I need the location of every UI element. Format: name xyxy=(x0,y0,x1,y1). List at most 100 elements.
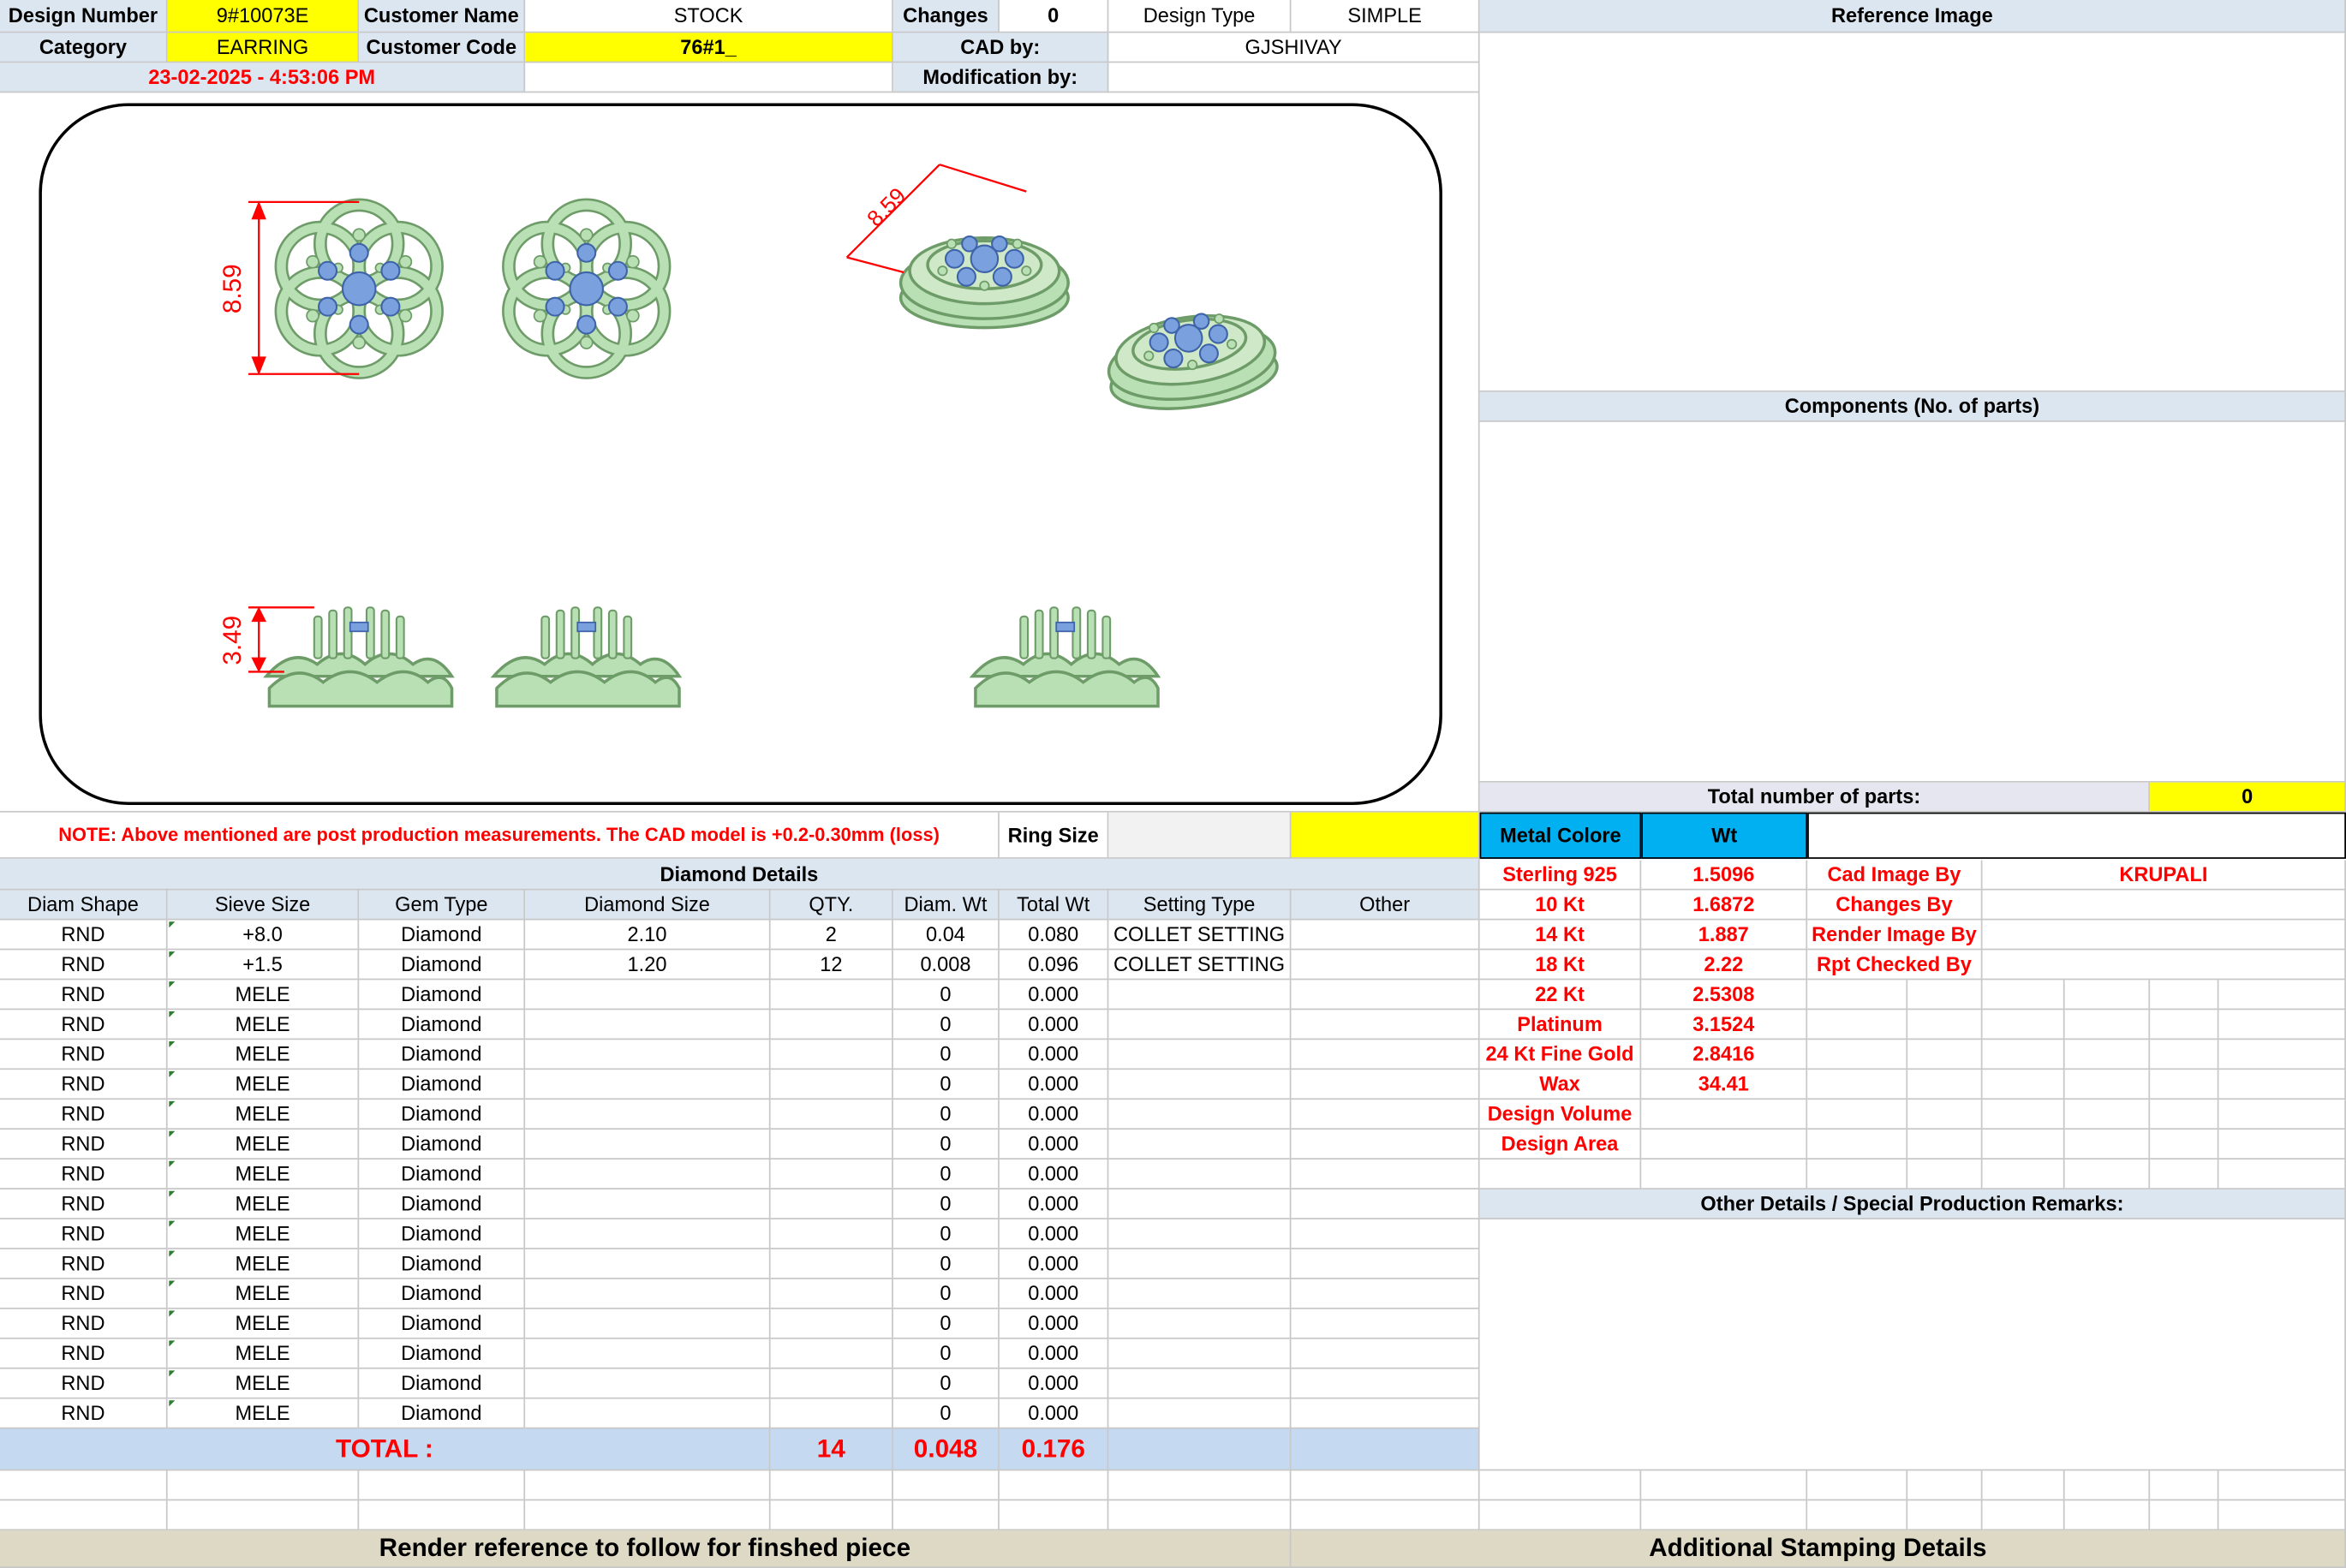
metal-weight[interactable]: 3.1524 xyxy=(1641,1010,1808,1040)
diamond-table-cell[interactable]: Diamond xyxy=(359,1338,526,1369)
diamond-table-cell[interactable] xyxy=(525,1279,771,1309)
diamond-table-cell[interactable]: 0 xyxy=(892,980,1000,1011)
diamond-table-cell[interactable]: MELE xyxy=(167,1160,360,1189)
diamond-table-cell[interactable]: MELE xyxy=(167,1309,360,1339)
blank-cell[interactable] xyxy=(2064,1470,2151,1501)
diamond-table-cell[interactable] xyxy=(770,1100,893,1130)
diamond-table-cell[interactable]: 0 xyxy=(892,1338,1000,1369)
blank-cell[interactable] xyxy=(999,1500,1109,1531)
design-type-value[interactable]: SIMPLE xyxy=(1291,0,1480,33)
diamond-table-cell[interactable]: Diamond xyxy=(359,920,526,951)
diamond-table-cell[interactable] xyxy=(525,1070,771,1100)
diamond-table-cell[interactable]: 0 xyxy=(892,1279,1000,1309)
diamond-table-cell[interactable] xyxy=(525,1130,771,1160)
changes-value[interactable]: 0 xyxy=(999,0,1109,33)
diamond-table-cell[interactable]: Diamond xyxy=(359,1368,526,1399)
blank-cell[interactable] xyxy=(770,1500,893,1531)
diamond-table-cell[interactable] xyxy=(770,1189,893,1219)
diamond-table-cell[interactable] xyxy=(770,1279,893,1309)
grid-cell[interactable] xyxy=(1982,1070,2065,1100)
diamond-table-cell[interactable] xyxy=(1108,1130,1292,1160)
grid-cell[interactable] xyxy=(1807,980,1908,1011)
diamond-table-cell[interactable]: 0.000 xyxy=(999,1040,1109,1070)
diamond-table-cell[interactable] xyxy=(770,1309,893,1339)
diamond-table-cell[interactable] xyxy=(1108,1070,1292,1100)
diamond-table-cell[interactable]: 0.000 xyxy=(999,1100,1109,1130)
blank-cell[interactable] xyxy=(1982,1470,2065,1501)
diamond-table-cell[interactable] xyxy=(1291,1189,1480,1219)
diamond-table-cell[interactable]: RND xyxy=(0,1279,168,1309)
diamond-table-cell[interactable] xyxy=(525,1249,771,1279)
grid-cell[interactable] xyxy=(1807,1160,1908,1189)
diamond-table-cell[interactable] xyxy=(1291,1279,1480,1309)
diamond-table-cell[interactable]: 0 xyxy=(892,1010,1000,1040)
grid-cell[interactable] xyxy=(2218,980,2346,1011)
diamond-table-cell[interactable] xyxy=(525,980,771,1011)
diamond-table-cell[interactable] xyxy=(770,1010,893,1040)
diamond-table-cell[interactable] xyxy=(1108,980,1292,1011)
diamond-table-cell[interactable]: 0.000 xyxy=(999,1189,1109,1219)
diamond-table-cell[interactable]: 0.000 xyxy=(999,980,1109,1011)
diamond-table-cell[interactable]: 0 xyxy=(892,1249,1000,1279)
diamond-table-cell[interactable]: RND xyxy=(0,1398,168,1429)
person-name[interactable] xyxy=(1982,920,2346,951)
metal-weight[interactable]: 1.6872 xyxy=(1641,890,1808,921)
grid-cell[interactable] xyxy=(1907,980,1983,1011)
diamond-table-cell[interactable] xyxy=(1291,1040,1480,1070)
diamond-table-cell[interactable] xyxy=(770,1398,893,1429)
metal-weight[interactable]: 1.5096 xyxy=(1641,860,1808,891)
blank-cell[interactable] xyxy=(2064,1500,2151,1531)
grid-cell[interactable] xyxy=(1807,1070,1908,1100)
diamond-table-cell[interactable]: RND xyxy=(0,1189,168,1219)
diamond-table-cell[interactable] xyxy=(525,1398,771,1429)
grid-cell[interactable] xyxy=(2218,1070,2346,1100)
other-details-area[interactable] xyxy=(1479,1219,2346,1471)
blank-cell[interactable] xyxy=(2150,1470,2219,1501)
blank-cell[interactable] xyxy=(1641,1470,1808,1501)
diamond-table-cell[interactable] xyxy=(1291,1368,1480,1399)
diamond-table-cell[interactable]: RND xyxy=(0,1010,168,1040)
diamond-table-cell[interactable] xyxy=(770,1338,893,1369)
diamond-table-cell[interactable]: RND xyxy=(0,1219,168,1249)
diamond-table-cell[interactable] xyxy=(1108,1160,1292,1189)
grid-cell[interactable] xyxy=(2064,1160,2151,1189)
diamond-table-cell[interactable] xyxy=(1291,1010,1480,1040)
diamond-table-cell[interactable]: RND xyxy=(0,950,168,981)
diamond-table-cell[interactable]: COLLET SETTING xyxy=(1108,920,1292,951)
diamond-table-cell[interactable] xyxy=(770,1070,893,1100)
diamond-table-cell[interactable]: RND xyxy=(0,1160,168,1189)
diamond-table-cell[interactable]: Diamond xyxy=(359,1309,526,1339)
diamond-table-cell[interactable] xyxy=(1108,1338,1292,1369)
blank-cell[interactable] xyxy=(770,1470,893,1501)
blank-cell[interactable] xyxy=(1982,1500,2065,1531)
category-value[interactable]: EARRING xyxy=(167,33,360,63)
grid-cell[interactable] xyxy=(2064,1040,2151,1070)
blank-cell[interactable] xyxy=(359,1470,526,1501)
blank-cell[interactable] xyxy=(1479,1500,1642,1531)
grid-cell[interactable] xyxy=(2150,1160,2219,1189)
diamond-table-cell[interactable] xyxy=(1108,1309,1292,1339)
blank-cell[interactable] xyxy=(1807,1470,1908,1501)
blank-cell[interactable] xyxy=(2218,1470,2346,1501)
diamond-table-cell[interactable]: RND xyxy=(0,1338,168,1369)
ring-size-highlight[interactable] xyxy=(1291,812,1480,859)
diamond-table-cell[interactable]: Diamond xyxy=(359,1249,526,1279)
diamond-table-cell[interactable]: 0.000 xyxy=(999,1309,1109,1339)
grid-cell[interactable] xyxy=(1907,1160,1983,1189)
grid-cell[interactable] xyxy=(1907,1100,1983,1130)
diamond-table-cell[interactable]: RND xyxy=(0,980,168,1011)
diamond-table-cell[interactable]: Diamond xyxy=(359,1279,526,1309)
diamond-table-cell[interactable]: RND xyxy=(0,1070,168,1100)
grid-cell[interactable] xyxy=(2150,1010,2219,1040)
blank-cell[interactable] xyxy=(892,1470,1000,1501)
diamond-table-cell[interactable]: RND xyxy=(0,1130,168,1160)
blank-cell[interactable] xyxy=(167,1500,360,1531)
diamond-table-cell[interactable]: MELE xyxy=(167,1368,360,1399)
metal-weight[interactable]: 2.8416 xyxy=(1641,1040,1808,1070)
blank-cell[interactable] xyxy=(892,1500,1000,1531)
diamond-table-cell[interactable]: 0 xyxy=(892,1398,1000,1429)
diamond-table-cell[interactable]: 0.000 xyxy=(999,1249,1109,1279)
blank-cell[interactable] xyxy=(1807,1500,1908,1531)
diamond-table-cell[interactable] xyxy=(770,1040,893,1070)
person-name[interactable] xyxy=(1982,950,2346,981)
